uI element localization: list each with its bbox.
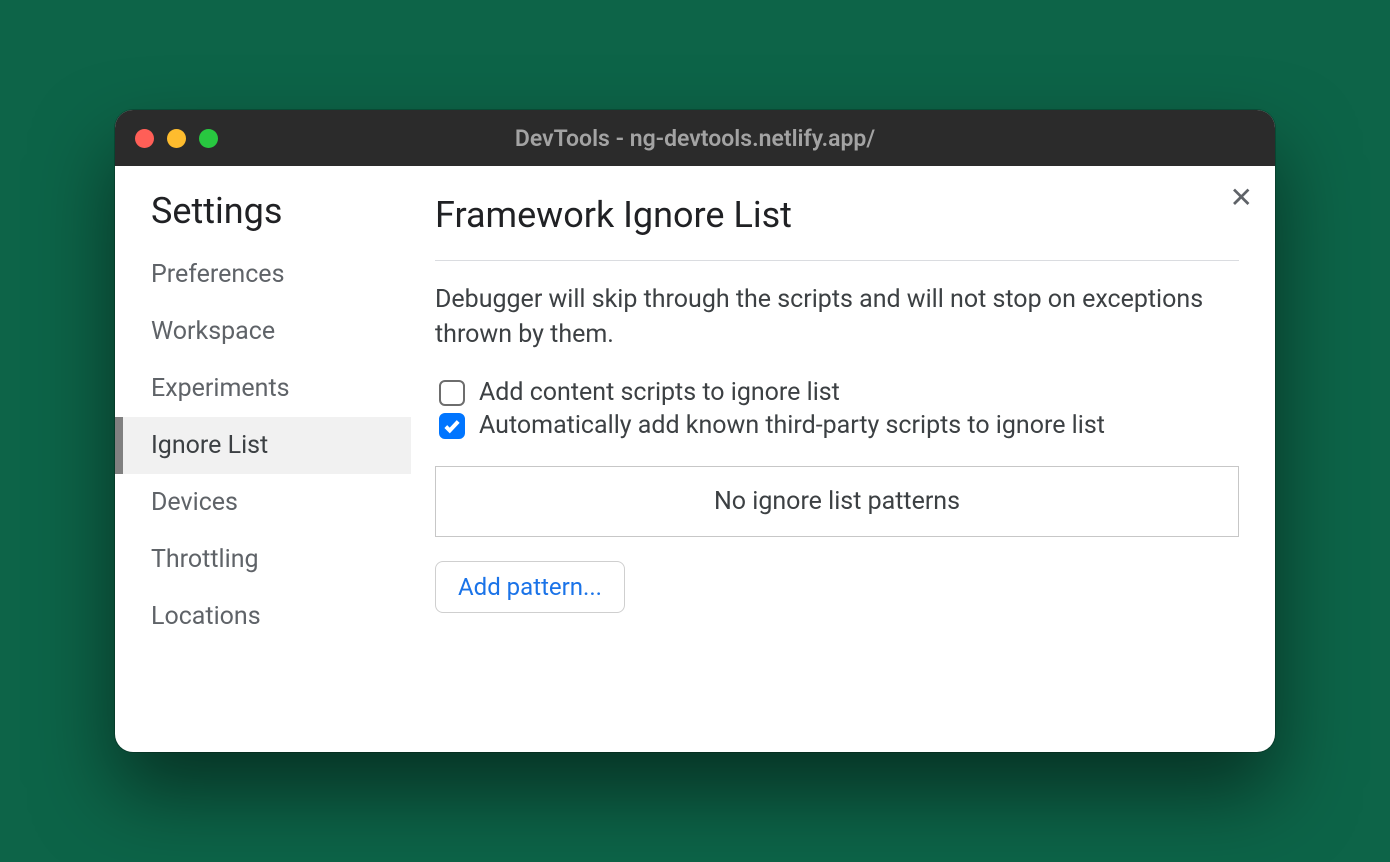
maximize-window-button[interactable] — [199, 129, 218, 148]
minimize-window-button[interactable] — [167, 129, 186, 148]
main-panel: Framework Ignore List Debugger will skip… — [411, 166, 1275, 752]
checkbox-content-scripts[interactable] — [439, 380, 465, 406]
add-pattern-button[interactable]: Add pattern... — [435, 561, 625, 613]
check-icon — [443, 417, 461, 435]
settings-sidebar: Settings Preferences Workspace Experimen… — [115, 166, 411, 752]
sidebar-title: Settings — [115, 190, 411, 246]
panel-description: Debugger will skip through the scripts a… — [435, 283, 1239, 352]
checkbox-label: Automatically add known third-party scri… — [479, 411, 1105, 440]
close-window-button[interactable] — [135, 129, 154, 148]
panel-heading: Framework Ignore List — [435, 194, 1239, 261]
ignore-patterns-list: No ignore list patterns — [435, 466, 1239, 537]
window-title: DevTools - ng-devtools.netlify.app/ — [515, 125, 875, 152]
sidebar-item-devices[interactable]: Devices — [115, 474, 411, 531]
checkbox-row-content-scripts[interactable]: Add content scripts to ignore list — [435, 378, 1239, 407]
sidebar-item-preferences[interactable]: Preferences — [115, 246, 411, 303]
sidebar-item-workspace[interactable]: Workspace — [115, 303, 411, 360]
close-icon[interactable]: ✕ — [1230, 184, 1253, 212]
checkbox-third-party[interactable] — [439, 413, 465, 439]
titlebar: DevTools - ng-devtools.netlify.app/ — [115, 110, 1275, 166]
checkbox-row-third-party[interactable]: Automatically add known third-party scri… — [435, 411, 1239, 440]
sidebar-item-experiments[interactable]: Experiments — [115, 360, 411, 417]
sidebar-item-ignore-list[interactable]: Ignore List — [115, 417, 411, 474]
sidebar-item-throttling[interactable]: Throttling — [115, 531, 411, 588]
checkbox-label: Add content scripts to ignore list — [479, 378, 840, 407]
window-body: ✕ Settings Preferences Workspace Experim… — [115, 166, 1275, 752]
traffic-lights — [135, 129, 218, 148]
sidebar-item-locations[interactable]: Locations — [115, 588, 411, 645]
devtools-settings-window: DevTools - ng-devtools.netlify.app/ ✕ Se… — [115, 110, 1275, 752]
